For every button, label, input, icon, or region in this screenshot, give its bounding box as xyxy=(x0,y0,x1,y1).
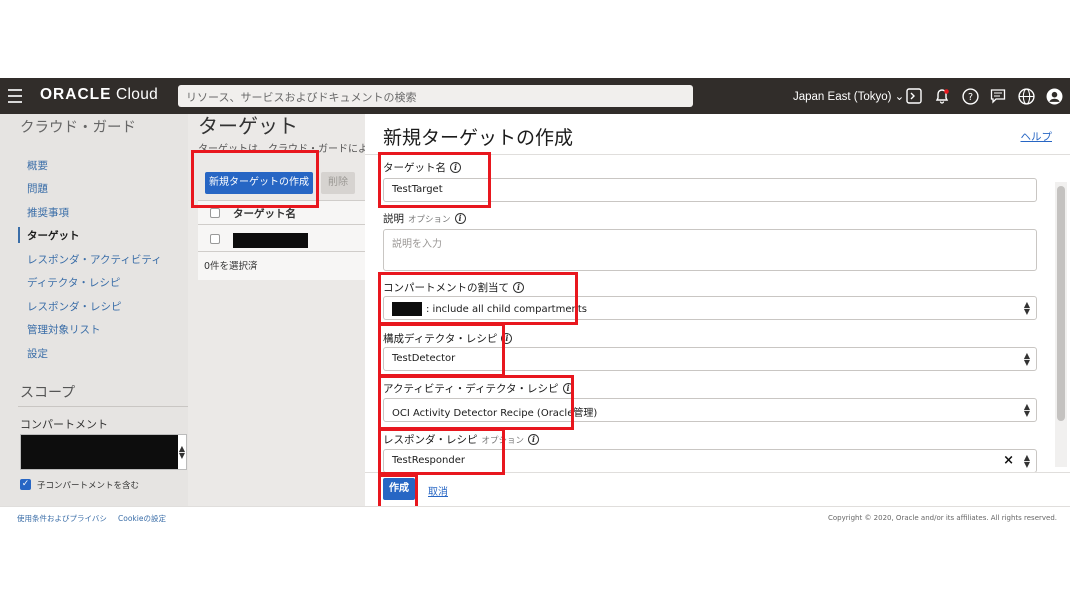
redacted-target-name xyxy=(233,233,308,248)
dialog-footer xyxy=(365,472,1070,506)
select-arrows-icon: ▲ ▼ xyxy=(1023,351,1030,367)
cookie-settings-link[interactable]: Cookieの設定 xyxy=(118,513,166,524)
selected-count: 0件を選択済 xyxy=(204,261,258,272)
delete-button[interactable]: 削除 xyxy=(321,172,355,194)
bell-icon[interactable] xyxy=(932,86,952,106)
nav-item-settings[interactable]: 設定 xyxy=(27,346,48,361)
left-navigation-panel: クラウド・ガード 概要 問題 推奨事項 ターゲット レスポンダ・アクティビティ … xyxy=(0,114,188,506)
description-label: 説明 オプション i xyxy=(383,211,466,226)
nav-item-overview[interactable]: 概要 xyxy=(27,158,48,173)
annotation-box-config-detector xyxy=(378,323,505,377)
row-checkbox[interactable] xyxy=(210,234,220,244)
region-selector[interactable]: Japan East (Tokyo) ⌄ xyxy=(793,89,904,103)
scope-title: スコープ xyxy=(20,385,76,401)
clear-selection-icon[interactable]: × xyxy=(1003,453,1014,468)
page-title: ターゲット xyxy=(198,114,298,138)
help-icon[interactable]: ? xyxy=(960,86,980,106)
dialog-title: 新規ターゲットの作成 xyxy=(383,127,574,149)
chat-feedback-icon[interactable] xyxy=(988,86,1008,106)
annotation-box-target-name xyxy=(378,152,491,208)
info-icon[interactable]: i xyxy=(528,434,540,445)
compartment-select[interactable]: ▲ ▼ xyxy=(20,434,187,470)
description-textarea[interactable]: 説明を入力 xyxy=(383,229,1037,271)
copyright-text: Copyright © 2020, Oracle and/or its affi… xyxy=(828,514,1057,522)
select-all-checkbox[interactable] xyxy=(210,208,220,218)
annotation-box-responder xyxy=(378,428,505,475)
nav-item-problems[interactable]: 問題 xyxy=(27,181,48,196)
globe-language-icon[interactable] xyxy=(1016,86,1036,106)
include-children-label: 子コンパートメントを含む xyxy=(37,481,140,491)
nav-section-title: クラウド・ガード xyxy=(20,120,136,136)
redacted-compartment xyxy=(21,435,178,469)
svg-text:?: ? xyxy=(967,92,972,103)
annotation-box-compartment xyxy=(378,272,578,325)
targets-table: ターゲット名 0件を選択済 xyxy=(198,200,368,280)
annotation-box-activity-detector xyxy=(378,375,574,430)
scrollbar-thumb[interactable] xyxy=(1057,186,1065,421)
nav-item-recommendations[interactable]: 推奨事項 xyxy=(27,205,69,220)
nav-item-detector-recipes[interactable]: ディテクタ・レシピ xyxy=(27,275,120,290)
user-profile-icon[interactable] xyxy=(1044,86,1064,106)
select-arrows-icon: ▲ ▼ xyxy=(178,444,185,460)
select-arrows-icon: ▲ ▼ xyxy=(1023,300,1030,316)
table-row[interactable] xyxy=(198,226,368,252)
cloud-shell-icon[interactable] xyxy=(904,86,924,106)
top-navigation-bar: ORACLE Cloud リソース、サービスおよびドキュメントの検索 Japan… xyxy=(0,78,1070,114)
include-children-checkbox[interactable]: ✓ xyxy=(20,479,31,490)
nav-item-targets[interactable]: ターゲット xyxy=(27,228,80,243)
nav-active-indicator xyxy=(18,227,20,243)
oracle-cloud-logo[interactable]: ORACLE Cloud xyxy=(40,86,158,104)
info-icon[interactable]: i xyxy=(454,213,466,224)
select-arrows-icon: ▲ ▼ xyxy=(1023,453,1030,469)
hamburger-menu-icon[interactable] xyxy=(8,89,22,103)
column-header-target-name: ターゲット名 xyxy=(233,208,296,220)
page-footer: 使用条件およびプライバシ Cookieの設定 Copyright © 2020,… xyxy=(0,506,1070,528)
cancel-link[interactable]: 取消 xyxy=(428,483,448,498)
terms-privacy-link[interactable]: 使用条件およびプライバシ xyxy=(17,513,107,524)
compartment-label: コンパートメント xyxy=(20,418,108,431)
nav-item-responder-activity[interactable]: レスポンダ・アクティビティ xyxy=(27,252,162,267)
nav-item-managed-lists[interactable]: 管理対象リスト xyxy=(27,322,101,337)
scope-divider xyxy=(18,406,188,407)
annotation-box-create-button xyxy=(191,150,319,208)
nav-item-responder-recipes[interactable]: レスポンダ・レシピ xyxy=(27,299,122,314)
global-search-input[interactable]: リソース、サービスおよびドキュメントの検索 xyxy=(178,85,693,107)
select-arrows-icon: ▲ ▼ xyxy=(1023,402,1030,418)
chevron-down-icon: ⌄ xyxy=(894,91,905,103)
help-link[interactable]: ヘルプ xyxy=(1021,129,1053,144)
